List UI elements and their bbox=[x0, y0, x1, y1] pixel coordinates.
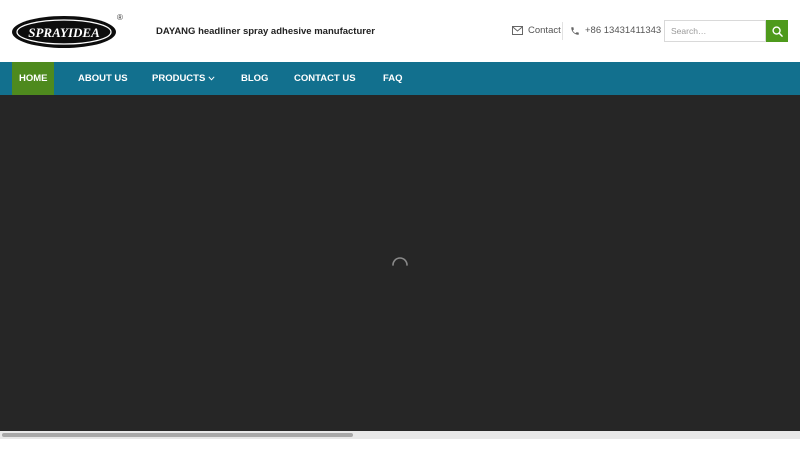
horizontal-scrollbar[interactable] bbox=[0, 431, 800, 439]
phone-link[interactable]: +86 13431411343 bbox=[570, 25, 661, 36]
site-tagline: DAYANG headliner spray adhesive manufact… bbox=[156, 26, 375, 37]
contact-link[interactable]: Contact bbox=[512, 25, 561, 36]
nav-item-home[interactable]: HOME bbox=[12, 62, 54, 95]
phone-icon bbox=[571, 26, 579, 35]
phone-label: +86 13431411343 bbox=[585, 25, 662, 36]
nav-label-blog: BLOG bbox=[241, 73, 269, 84]
nav-label-products: PRODUCTS bbox=[152, 73, 206, 84]
main-navigation: HOME ABOUT US PRODUCTS BLOG CONTACT US F… bbox=[0, 62, 800, 95]
site-header: SPRAYIDEA ® DAYANG headliner spray adhes… bbox=[0, 0, 800, 62]
nav-label-home: HOME bbox=[19, 73, 48, 84]
nav-label-faq: FAQ bbox=[383, 73, 403, 84]
nav-item-products[interactable]: PRODUCTS bbox=[152, 62, 215, 95]
nav-item-blog[interactable]: BLOG bbox=[241, 62, 268, 95]
chevron-down-icon bbox=[208, 76, 215, 81]
search-field[interactable] bbox=[664, 20, 766, 42]
search-button[interactable] bbox=[766, 20, 788, 42]
registered-mark: ® bbox=[117, 13, 123, 22]
spinner-icon bbox=[392, 257, 408, 266]
nav-label-about-us: ABOUT US bbox=[78, 73, 128, 84]
nav-item-contact-us[interactable]: CONTACT US bbox=[294, 62, 356, 95]
nav-item-faq[interactable]: FAQ bbox=[383, 62, 403, 95]
contact-label: Contact bbox=[528, 25, 561, 36]
logo-text: SPRAYIDEA bbox=[28, 25, 100, 40]
envelope-icon bbox=[512, 26, 523, 35]
scrollbar-thumb[interactable] bbox=[2, 433, 353, 437]
nav-item-about-us[interactable]: ABOUT US bbox=[78, 62, 128, 95]
nav-label-contact-us: CONTACT US bbox=[294, 73, 356, 84]
site-logo[interactable]: SPRAYIDEA ® bbox=[11, 12, 126, 50]
search-icon bbox=[771, 25, 783, 37]
logo-graphic: SPRAYIDEA ® bbox=[12, 13, 123, 48]
page-bottom-area bbox=[0, 439, 800, 450]
header-divider bbox=[562, 22, 563, 40]
search-input[interactable] bbox=[665, 21, 765, 41]
